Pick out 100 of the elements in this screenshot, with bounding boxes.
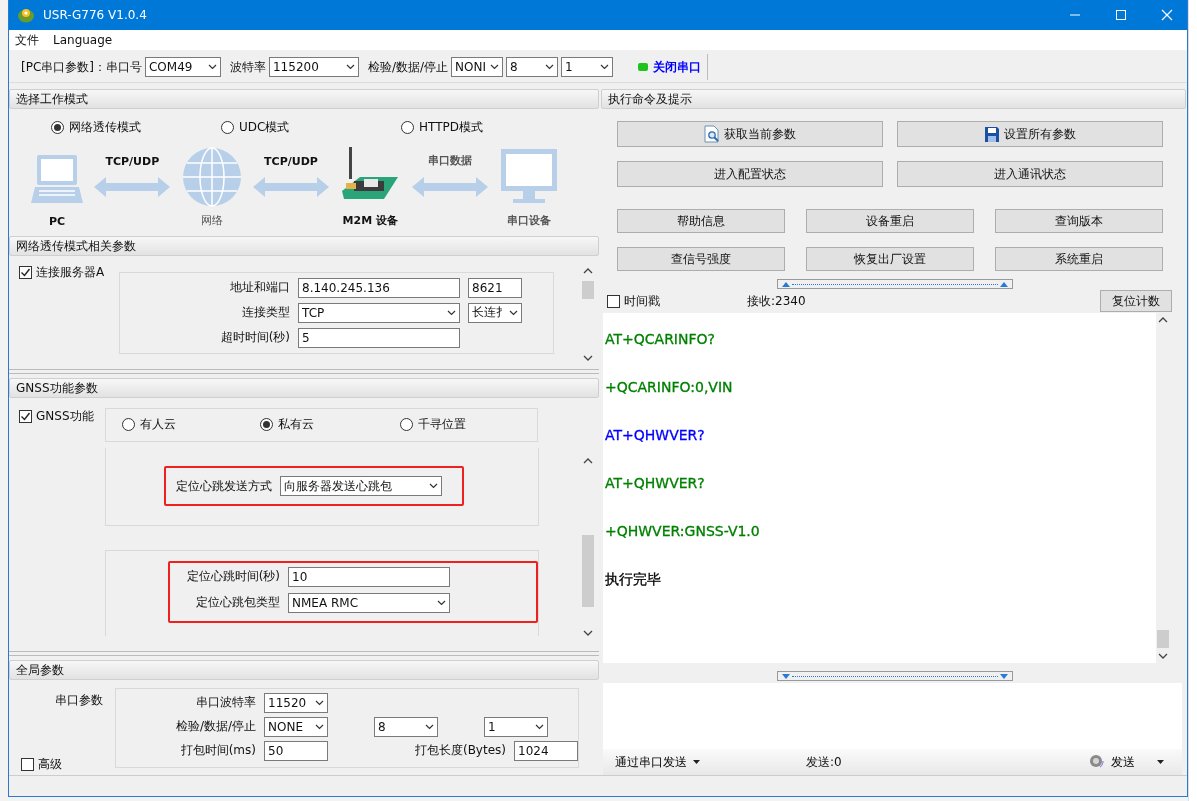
radio-button[interactable] <box>260 418 273 432</box>
scroll-down-icon[interactable] <box>1158 652 1168 661</box>
receive-count: 接收:2340 <box>747 292 806 310</box>
dropdown[interactable]: 11520 <box>264 692 328 713</box>
dropdown[interactable]: NONI <box>451 57 504 77</box>
double-arrow-icon <box>253 175 329 198</box>
checkbox[interactable] <box>19 409 32 423</box>
command-button[interactable]: 进入通讯状态 <box>897 161 1163 187</box>
caret-icon <box>1157 760 1164 765</box>
scroll-up-icon[interactable] <box>583 266 593 275</box>
radio-label: 网络透传模式 <box>69 119 141 137</box>
dropdown[interactable]: 向服务器发送心跳包 <box>280 476 442 497</box>
menu-item[interactable]: 文件 <box>15 31 39 49</box>
dropdown[interactable]: 1 <box>561 57 614 77</box>
link-label: TCP/UDP <box>264 154 318 168</box>
input-field[interactable]: 5 <box>298 327 460 348</box>
field-label: 连接类型 <box>241 304 290 322</box>
document-search-icon <box>704 125 720 143</box>
dropdown[interactable]: NONE <box>264 716 328 737</box>
input-field[interactable]: 1024 <box>514 740 578 761</box>
dropdown[interactable]: 8 <box>506 57 559 77</box>
command-button[interactable]: 设备重启 <box>806 209 974 233</box>
caret-icon <box>346 64 355 70</box>
caret-icon <box>535 723 544 730</box>
field-label: 定位心跳包类型 <box>195 594 280 612</box>
globe-icon <box>181 146 242 207</box>
node-label: M2M 设备 <box>342 212 398 228</box>
scroll-down-icon[interactable] <box>583 628 593 637</box>
input-field[interactable]: 8621 <box>468 277 522 298</box>
checkbox-label: 时间戳 <box>624 292 660 310</box>
checkbox-label: 连接服务器A <box>36 263 105 281</box>
log-line: AT+QHWVER? <box>605 426 705 446</box>
send-button[interactable]: 发送 <box>1087 751 1166 773</box>
field-label: 检验/数据/停止 <box>174 718 256 736</box>
command-button[interactable]: 进入配置状态 <box>617 161 883 187</box>
scroll-down-icon[interactable] <box>583 353 593 362</box>
maximize-icon[interactable] <box>1115 9 1127 21</box>
link-label: 串口数据 <box>427 152 472 168</box>
command-button[interactable]: 帮助信息 <box>617 209 785 233</box>
section-header: 选择工作模式 <box>9 89 599 109</box>
dropdown[interactable]: COM49 <box>145 57 221 77</box>
field-label: 打包长度(Bytes) <box>413 742 506 760</box>
close-icon[interactable] <box>1161 9 1173 21</box>
command-button[interactable]: 查信号强度 <box>617 247 785 271</box>
scroll-thumb[interactable] <box>1157 630 1169 649</box>
section-header: GNSS功能参数 <box>9 377 599 398</box>
field-label: 定位心跳发送方式 <box>176 477 272 495</box>
log-line: +QCARINFO:0,VIN <box>605 378 733 398</box>
window-title: USR-G776 V1.0.4 <box>43 8 147 22</box>
input-field[interactable]: 50 <box>264 740 328 761</box>
caret-icon <box>425 723 434 730</box>
command-button[interactable]: 系统重启 <box>995 247 1163 271</box>
command-button[interactable]: 设置所有参数 <box>897 121 1163 147</box>
dropdown[interactable]: 长连扌 <box>468 302 522 323</box>
command-button[interactable]: 获取当前参数 <box>617 121 883 147</box>
log-line: AT+QCARINFO? <box>605 330 715 350</box>
caret-icon <box>693 760 700 765</box>
radio-button[interactable] <box>400 418 413 432</box>
splitter-handle[interactable] <box>777 279 1013 289</box>
command-button[interactable]: 查询版本 <box>995 209 1163 233</box>
field-label: 地址和端口 <box>229 279 290 297</box>
log-line: 执行完毕 <box>605 570 661 590</box>
command-button[interactable]: 恢复出厂设置 <box>806 247 974 271</box>
scroll-thumb[interactable] <box>582 534 594 607</box>
radio-label: 私有云 <box>278 416 314 434</box>
checkbox[interactable] <box>21 758 34 771</box>
checkbox-label: 高级 <box>38 756 62 773</box>
app-logo-icon <box>17 7 35 23</box>
field-label: 超时时间(秒) <box>219 329 290 347</box>
caret-icon <box>545 64 555 70</box>
dropdown[interactable]: 1 <box>484 716 548 737</box>
input-field[interactable]: 8.140.245.136 <box>298 277 460 298</box>
log-line: AT+QHWVER? <box>605 474 705 494</box>
port-toggle-button[interactable]: 关闭串口 <box>634 54 709 80</box>
input-field[interactable]: 10 <box>288 566 450 587</box>
scroll-thumb[interactable] <box>582 280 594 299</box>
scroll-up-icon[interactable] <box>583 456 593 465</box>
field-label: 定位心跳时间(秒) <box>185 568 280 586</box>
radio-label: 千寻位置 <box>418 416 466 434</box>
field-label: 打包时间(ms) <box>179 742 256 760</box>
dropdown[interactable]: TCP <box>298 302 460 323</box>
radio-button[interactable] <box>51 121 64 135</box>
reset-count-button[interactable]: 复位计数 <box>1100 290 1172 313</box>
checkbox[interactable] <box>607 294 620 308</box>
menu-item[interactable]: Language <box>53 33 113 47</box>
checkbox[interactable] <box>19 265 32 279</box>
radio-button[interactable] <box>221 121 234 135</box>
format-label: 检验/数据/停止 <box>368 58 449 76</box>
caret-icon <box>208 64 217 70</box>
radio-button[interactable] <box>122 418 135 432</box>
radio-button[interactable] <box>401 121 414 135</box>
send-via-dropdown[interactable]: 通过串口发送 <box>613 751 702 773</box>
caret-icon <box>429 483 438 490</box>
serial-port-label: [PC串口参数]：串口号 <box>21 58 142 76</box>
double-arrow-icon <box>411 175 488 198</box>
dropdown[interactable]: NMEA RMC <box>288 592 450 613</box>
dropdown[interactable]: 8 <box>374 716 438 737</box>
dropdown[interactable]: 115200 <box>269 57 359 77</box>
scroll-up-icon[interactable] <box>1158 316 1168 325</box>
splitter-handle[interactable] <box>777 671 1013 682</box>
